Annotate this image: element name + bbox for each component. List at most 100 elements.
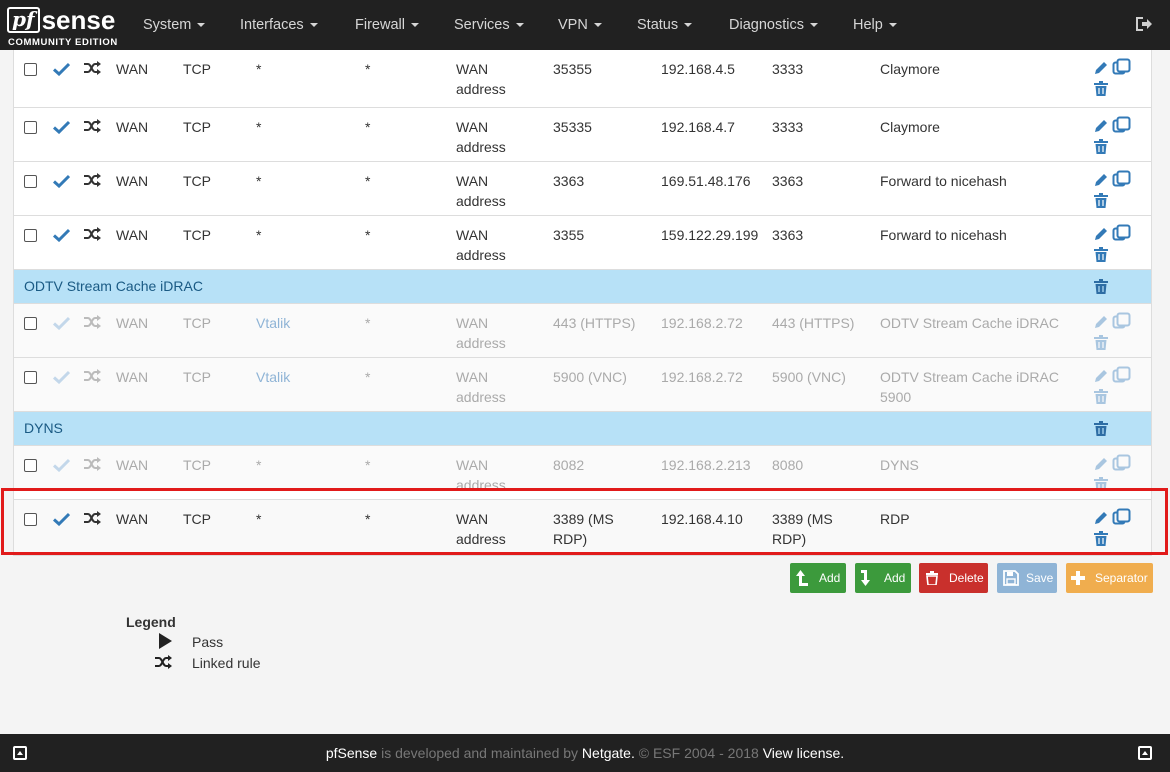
description-cell: Forward to nicehash (880, 173, 1007, 189)
nav-label: Firewall (355, 17, 405, 33)
footer-middle: is developed and maintained by (381, 745, 579, 761)
copy-icon[interactable] (1112, 312, 1131, 331)
check-icon[interactable] (53, 512, 70, 526)
dest-address-cell: WAN address (456, 455, 506, 490)
legend-pass-label: Pass (192, 634, 224, 650)
edit-pencil-icon[interactable] (1093, 226, 1109, 242)
linked-rule-icon[interactable] (83, 60, 102, 76)
separator-button[interactable]: Separator (1066, 563, 1153, 593)
copy-icon[interactable] (1112, 224, 1131, 243)
add-top-button[interactable]: Add (790, 563, 846, 593)
dest-ports-line1: 3389 (MS (553, 511, 614, 527)
edit-pencil-icon[interactable] (1093, 60, 1109, 76)
edit-pencil-icon[interactable] (1093, 456, 1109, 472)
linked-rule-icon[interactable] (83, 226, 102, 242)
nav-firewall[interactable]: Firewall (355, 0, 419, 50)
footer-company-link[interactable]: Netgate. (582, 745, 635, 761)
protocol-cell: TCP (183, 119, 211, 135)
pfsense-logo[interactable]: pf sense COMMUNITY EDITION (7, 5, 117, 48)
description-cell: DYNS (880, 457, 919, 473)
description-cell: ODTV Stream Cache iDRAC 5900 (880, 367, 1059, 407)
footer-brand-link[interactable]: pfSense (326, 745, 377, 761)
separator-label: DYNS (24, 420, 63, 436)
trash-icon[interactable] (1094, 81, 1108, 96)
row-select-checkbox[interactable] (24, 175, 37, 188)
row-select-checkbox[interactable] (24, 513, 37, 526)
linked-rule-icon[interactable] (83, 368, 102, 384)
nav-help[interactable]: Help (853, 0, 897, 50)
row-select-checkbox[interactable] (24, 371, 37, 384)
copy-icon[interactable] (1112, 454, 1131, 473)
dest-ports-cell: 3355 (553, 227, 585, 243)
linked-rule-icon[interactable] (83, 118, 102, 134)
scroll-top-icon-right[interactable] (1138, 746, 1152, 760)
nav-status[interactable]: Status (637, 0, 693, 50)
interface-cell: WAN (116, 173, 149, 189)
row-select-checkbox[interactable] (24, 229, 37, 242)
trash-icon (926, 571, 938, 585)
trash-icon[interactable] (1094, 193, 1108, 208)
copy-icon[interactable] (1112, 366, 1131, 385)
nav-interfaces[interactable]: Interfaces (240, 0, 318, 50)
trash-icon[interactable] (1094, 139, 1108, 154)
source-port-cell: * (365, 227, 371, 243)
check-icon[interactable] (53, 370, 70, 384)
check-icon[interactable] (53, 174, 70, 188)
check-icon[interactable] (53, 458, 70, 472)
check-icon[interactable] (53, 316, 70, 330)
delete-button[interactable]: Delete (919, 563, 988, 593)
row-select-checkbox[interactable] (24, 63, 37, 76)
table-row: WAN TCP Vtalik * WAN address 443 (HTTPS) … (14, 303, 1151, 357)
nav-services[interactable]: Services (454, 0, 524, 50)
trash-icon[interactable] (1094, 247, 1108, 262)
edit-pencil-icon[interactable] (1093, 510, 1109, 526)
trash-icon[interactable] (1094, 531, 1108, 546)
logout-icon[interactable] (1134, 14, 1154, 34)
caret-down-icon (593, 23, 602, 27)
nav-diagnostics[interactable]: Diagnostics (729, 0, 818, 50)
copy-icon[interactable] (1112, 508, 1131, 527)
row-select-checkbox[interactable] (24, 121, 37, 134)
source-alias-link[interactable]: Vtalik (256, 313, 290, 333)
footer: pfSense is developed and maintained by N… (0, 734, 1170, 772)
copy-icon[interactable] (1112, 58, 1131, 77)
nav-system[interactable]: System (143, 0, 206, 50)
trash-icon[interactable] (1094, 477, 1108, 490)
dest-line2: address (456, 81, 506, 97)
copy-icon[interactable] (1112, 170, 1131, 189)
edit-pencil-icon[interactable] (1093, 368, 1109, 384)
logo-pf-mark: pf (7, 7, 40, 33)
trash-icon[interactable] (1094, 389, 1108, 404)
edit-pencil-icon[interactable] (1093, 172, 1109, 188)
view-license-link[interactable]: View license. (763, 745, 844, 761)
source-alias-link[interactable]: Vtalik (256, 367, 290, 387)
linked-rule-icon[interactable] (83, 172, 102, 188)
dest-ports-cell: 35335 (553, 119, 592, 135)
linked-rule-icon[interactable] (83, 314, 102, 330)
check-icon[interactable] (53, 62, 70, 76)
trash-icon[interactable] (1094, 335, 1108, 350)
linked-rule-icon[interactable] (83, 510, 102, 526)
save-button[interactable]: Save (997, 563, 1057, 593)
linked-rule-icon[interactable] (83, 456, 102, 472)
table-row-highlighted: WAN TCP * * WAN address 3389 (MS RDP) 192.… (14, 499, 1151, 555)
nav-vpn[interactable]: VPN (558, 0, 602, 50)
separator-row[interactable]: ODTV Stream Cache iDRAC (14, 269, 1151, 303)
trash-icon[interactable] (1094, 279, 1108, 294)
edit-pencil-icon[interactable] (1093, 314, 1109, 330)
dest-ports-cell: 8082 (553, 457, 585, 473)
add-bottom-button[interactable]: Add (855, 563, 911, 593)
row-select-checkbox[interactable] (24, 317, 37, 330)
copy-icon[interactable] (1112, 116, 1131, 135)
add-bottom-label: Add (884, 571, 906, 585)
nav-label: Status (637, 17, 679, 33)
check-icon[interactable] (53, 120, 70, 134)
nat-ports-cell: 3363 (772, 173, 804, 189)
separator-row[interactable]: DYNS (14, 411, 1151, 445)
source-cell: * (256, 457, 262, 473)
trash-icon[interactable] (1094, 421, 1108, 436)
dest-address-cell: WAN address (456, 171, 506, 211)
row-select-checkbox[interactable] (24, 459, 37, 472)
check-icon[interactable] (53, 228, 70, 242)
edit-pencil-icon[interactable] (1093, 118, 1109, 134)
